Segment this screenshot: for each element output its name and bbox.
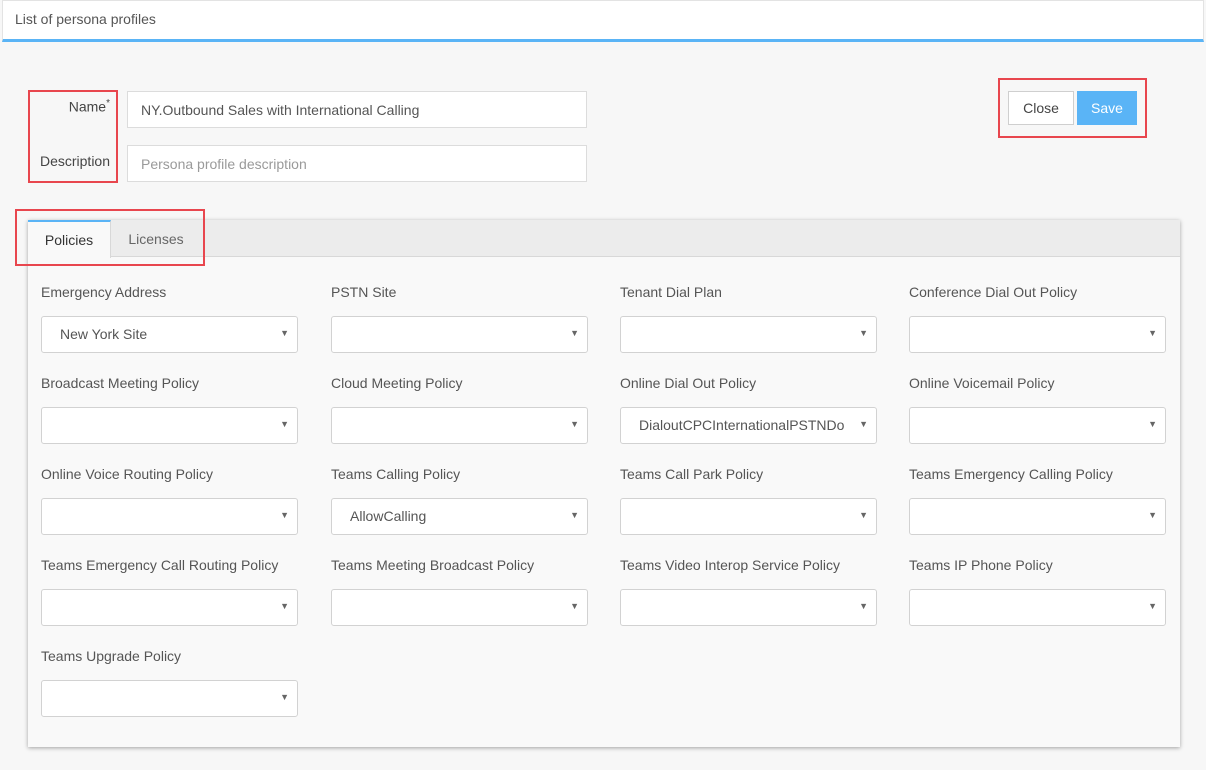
policy-label: PSTN Site — [331, 284, 397, 300]
conference-dial-out-policy-select[interactable]: ▼ — [909, 316, 1166, 353]
cloud-meeting-policy-select[interactable]: ▼ — [331, 407, 588, 444]
page-header: List of persona profiles — [2, 0, 1204, 42]
policy-label: Conference Dial Out Policy — [909, 284, 1078, 300]
caret-down-icon: ▼ — [1148, 419, 1157, 429]
policy-label: Tenant Dial Plan — [620, 284, 722, 300]
policy-field-teams-emergency-calling-policy: Teams Emergency Calling Policy ▼ — [909, 466, 1166, 535]
teams-call-park-policy-select[interactable]: ▼ — [620, 498, 877, 535]
policy-field-tenant-dial-plan: Tenant Dial Plan ▼ — [620, 284, 877, 353]
caret-down-icon: ▼ — [280, 419, 289, 429]
caret-down-icon: ▼ — [859, 601, 868, 611]
description-input[interactable] — [127, 145, 587, 182]
tenant-dial-plan-select[interactable]: ▼ — [620, 316, 877, 353]
online-voicemail-policy-select[interactable]: ▼ — [909, 407, 1166, 444]
caret-down-icon: ▼ — [570, 601, 579, 611]
policy-label: Online Voicemail Policy — [909, 375, 1055, 391]
policy-field-teams-ip-phone-policy: Teams IP Phone Policy ▼ — [909, 557, 1166, 626]
description-label: Description — [39, 153, 110, 169]
teams-ip-phone-policy-select[interactable]: ▼ — [909, 589, 1166, 626]
caret-down-icon: ▼ — [859, 328, 868, 338]
name-label-text: Name — [68, 98, 107, 115]
teams-upgrade-policy-select[interactable]: ▼ — [41, 680, 298, 717]
teams-meeting-broadcast-policy-select[interactable]: ▼ — [331, 589, 588, 626]
caret-down-icon: ▼ — [570, 328, 579, 338]
save-button[interactable]: Save — [1077, 91, 1137, 125]
caret-down-icon: ▼ — [280, 510, 289, 520]
policy-field-teams-upgrade-policy: Teams Upgrade Policy ▼ — [41, 648, 298, 717]
policy-field-teams-emergency-call-routing-policy: Teams Emergency Call Routing Policy ▼ — [41, 557, 298, 626]
policy-field-conference-dial-out-policy: Conference Dial Out Policy ▼ — [909, 284, 1166, 353]
policy-field-online-voice-routing-policy: Online Voice Routing Policy ▼ — [41, 466, 298, 535]
caret-down-icon: ▼ — [1148, 510, 1157, 520]
policy-field-teams-video-interop-service-policy: Teams Video Interop Service Policy ▼ — [620, 557, 877, 626]
policy-label: Online Voice Routing Policy — [41, 466, 213, 482]
policy-label: Teams Emergency Calling Policy — [909, 466, 1113, 482]
policy-field-teams-calling-policy: Teams Calling Policy AllowCalling ▼ — [331, 466, 588, 535]
caret-down-icon: ▼ — [859, 510, 868, 520]
policy-label: Online Dial Out Policy — [620, 375, 757, 391]
policy-field-pstn-site: PSTN Site ▼ — [331, 284, 588, 353]
caret-down-icon: ▼ — [280, 601, 289, 611]
caret-down-icon: ▼ — [1148, 601, 1157, 611]
policy-label: Teams Video Interop Service Policy — [620, 557, 840, 573]
caret-down-icon: ▼ — [280, 692, 289, 702]
pstn-site-select[interactable]: ▼ — [331, 316, 588, 353]
tab-bar: Policies Licenses — [28, 220, 1180, 258]
select-value: New York Site — [60, 326, 148, 342]
policy-field-online-voicemail-policy: Online Voicemail Policy ▼ — [909, 375, 1166, 444]
policy-label: Broadcast Meeting Policy — [41, 375, 199, 391]
name-label: Name* — [30, 98, 110, 115]
caret-down-icon: ▼ — [280, 328, 289, 338]
online-voice-routing-policy-select[interactable]: ▼ — [41, 498, 298, 535]
policy-label: Teams Upgrade Policy — [41, 648, 182, 664]
caret-down-icon: ▼ — [570, 510, 579, 520]
caret-down-icon: ▼ — [1148, 328, 1157, 338]
emergency-address-select[interactable]: New York Site ▼ — [41, 316, 298, 353]
page-title: List of persona profiles — [15, 11, 156, 27]
policy-field-cloud-meeting-policy: Cloud Meeting Policy ▼ — [331, 375, 588, 444]
caret-down-icon: ▼ — [570, 419, 579, 429]
policy-label: Teams Emergency Call Routing Policy — [41, 557, 279, 573]
teams-calling-policy-select[interactable]: AllowCalling ▼ — [331, 498, 588, 535]
online-dial-out-policy-select[interactable]: DialoutCPCInternationalPSTNDomestic ▼ — [620, 407, 877, 444]
tab-policies[interactable]: Policies — [28, 220, 111, 258]
name-input[interactable] — [127, 91, 587, 128]
policy-field-online-dial-out-policy: Online Dial Out Policy DialoutCPCInternat… — [620, 375, 877, 444]
caret-down-icon: ▼ — [859, 419, 868, 429]
policies-panel: Policies Licenses Emergency Address New Y… — [28, 220, 1180, 747]
tab-licenses[interactable]: Licenses — [111, 220, 201, 258]
select-value: DialoutCPCInternationalPSTNDomestic — [639, 417, 844, 433]
teams-emergency-calling-policy-select[interactable]: ▼ — [909, 498, 1166, 535]
policy-field-emergency-address: Emergency Address New York Site ▼ — [41, 284, 298, 353]
teams-video-interop-service-policy-select[interactable]: ▼ — [620, 589, 877, 626]
policy-field-teams-meeting-broadcast-policy: Teams Meeting Broadcast Policy ▼ — [331, 557, 588, 626]
broadcast-meeting-policy-select[interactable]: ▼ — [41, 407, 298, 444]
teams-emergency-call-routing-policy-select[interactable]: ▼ — [41, 589, 298, 626]
policy-label: Teams Meeting Broadcast Policy — [331, 557, 535, 573]
policy-label: Teams Calling Policy — [331, 466, 461, 482]
policy-label: Emergency Address — [41, 284, 167, 300]
select-value: AllowCalling — [350, 508, 427, 524]
close-button[interactable]: Close — [1008, 91, 1074, 125]
required-mark: * — [106, 98, 110, 109]
policy-field-teams-call-park-policy: Teams Call Park Policy ▼ — [620, 466, 877, 535]
policy-label: Cloud Meeting Policy — [331, 375, 463, 391]
policy-label: Teams Call Park Policy — [620, 466, 764, 482]
policy-label: Teams IP Phone Policy — [909, 557, 1053, 573]
policy-field-broadcast-meeting-policy: Broadcast Meeting Policy ▼ — [41, 375, 298, 444]
